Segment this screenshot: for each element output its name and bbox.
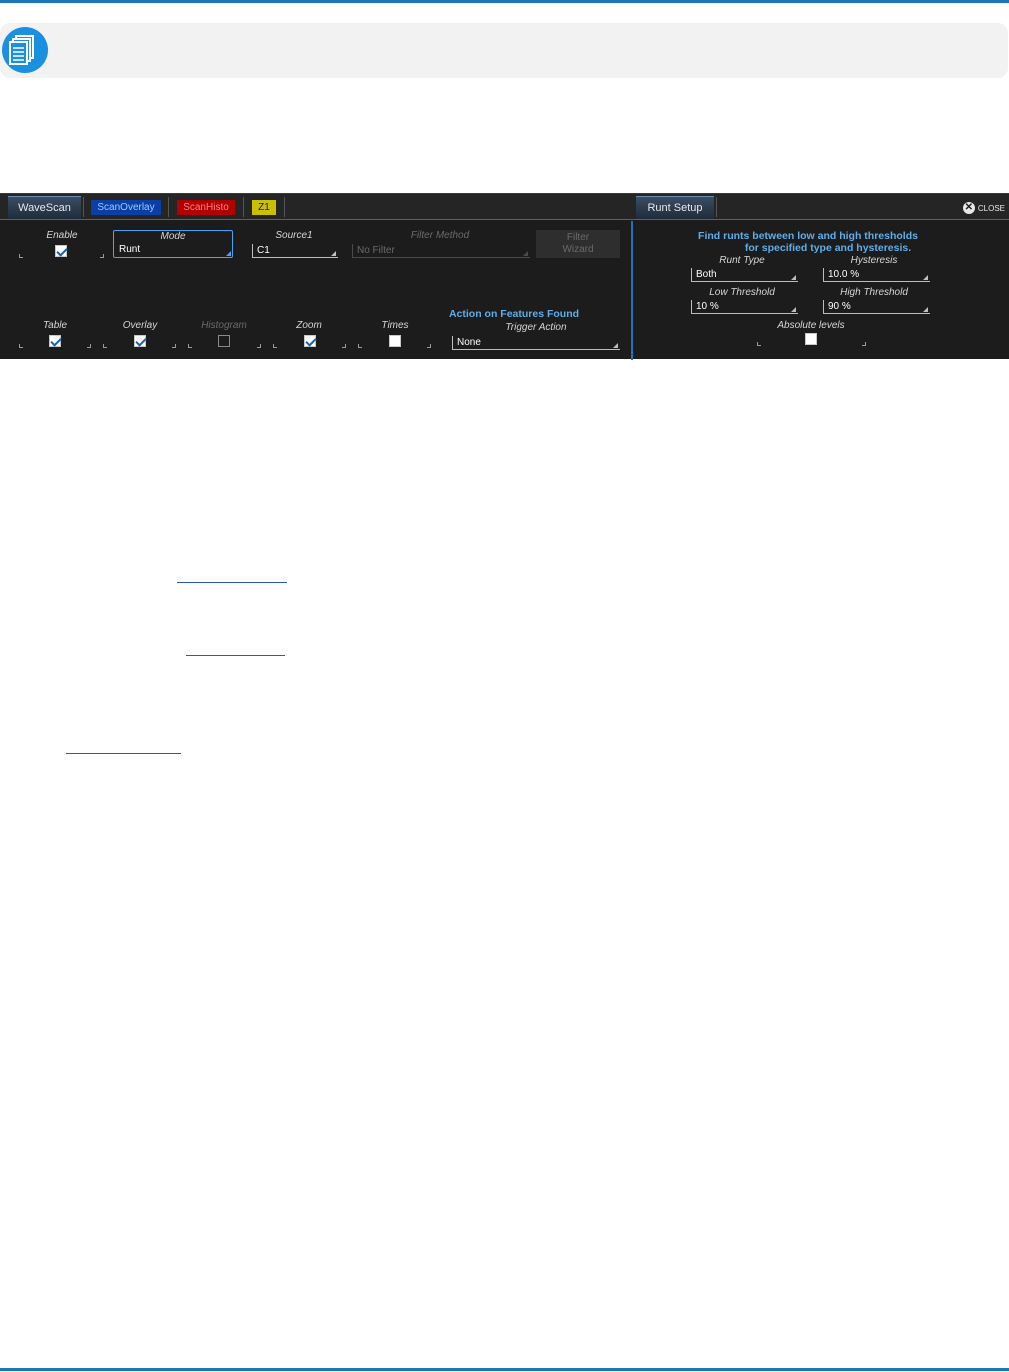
link-underline[interactable] — [66, 753, 181, 754]
link-underline[interactable] — [186, 655, 285, 656]
link-underline[interactable] — [177, 582, 287, 583]
runt-type-label: Runt Type — [719, 255, 765, 266]
tab-bar: WaveScan ScanOverlay ScanHisto Z1 Runt S… — [0, 194, 1009, 220]
tab-z1-label: Z1 — [252, 200, 276, 215]
tab-wavescan[interactable]: WaveScan — [8, 196, 81, 219]
tab-runt-setup[interactable]: Runt Setup — [636, 196, 714, 219]
corner-mark — [427, 344, 431, 348]
top-rule — [0, 0, 1009, 3]
hysteresis-value: 10.0 % — [828, 269, 860, 280]
panel-divider — [631, 221, 633, 360]
note-box — [0, 23, 1008, 78]
enable-checkbox[interactable] — [55, 245, 67, 257]
dropdown-icon — [923, 275, 928, 280]
source1-value: C1 — [257, 245, 270, 256]
close-icon: ✕ — [962, 202, 975, 214]
filter-method-label: Filter Method — [410, 230, 470, 241]
trigger-action-value: None — [457, 337, 481, 348]
dropdown-icon — [523, 251, 528, 256]
tab-scanoverlay[interactable]: ScanOverlay — [87, 196, 165, 219]
table-label: Table — [42, 320, 68, 331]
trigger-action-label: Trigger Action — [505, 322, 567, 333]
hysteresis-input[interactable]: 10.0 % — [823, 268, 930, 282]
wavescan-dialog: WaveScan ScanOverlay ScanHisto Z1 Runt S… — [0, 193, 1009, 360]
runt-description-1: Find runts between low and high threshol… — [698, 230, 918, 242]
corner-mark — [87, 344, 91, 348]
tab-scanoverlay-label: ScanOverlay — [91, 200, 161, 215]
runt-description-2: for specified type and hysteresis. — [744, 242, 912, 254]
mode-label: Mode — [160, 231, 186, 242]
tab-runt-setup-label: Runt Setup — [647, 202, 703, 214]
filter-wizard-label-2: Wizard — [562, 244, 594, 255]
high-threshold-value: 90 % — [828, 301, 851, 312]
corner-mark — [358, 344, 362, 348]
dropdown-icon — [613, 343, 618, 348]
corner-mark — [103, 344, 107, 348]
dropdown-icon — [226, 251, 231, 256]
filter-wizard-label-1: Filter — [566, 232, 590, 243]
corner-mark — [342, 344, 346, 348]
corner-mark — [862, 342, 866, 346]
corner-mark — [19, 254, 23, 258]
dropdown-icon — [791, 307, 796, 312]
corner-mark — [100, 254, 104, 258]
high-threshold-label: High Threshold — [840, 287, 908, 298]
absolute-levels-label: Absolute levels — [777, 320, 845, 331]
low-threshold-label: Low Threshold — [709, 287, 775, 298]
absolute-levels-checkbox[interactable] — [805, 333, 817, 345]
corner-mark — [273, 344, 277, 348]
tab-scanhisto-label: ScanHisto — [177, 200, 235, 215]
overlay-checkbox[interactable] — [134, 335, 146, 347]
zoom-checkbox[interactable] — [304, 335, 316, 347]
mode-value: Runt — [119, 244, 141, 255]
low-threshold-value: 10 % — [696, 301, 719, 312]
hysteresis-label: Hysteresis — [850, 255, 898, 266]
histogram-checkbox[interactable] — [218, 335, 230, 347]
runt-type-value: Both — [696, 269, 717, 280]
corner-mark — [257, 344, 261, 348]
source1-label: Source1 — [275, 230, 313, 241]
zoom-label: Zoom — [296, 320, 322, 331]
times-checkbox[interactable] — [389, 335, 401, 347]
filter-wizard-button[interactable]: Filter Wizard — [536, 230, 620, 258]
mode-select[interactable]: Mode Runt — [113, 230, 233, 258]
bottom-rule — [0, 1368, 1009, 1371]
filter-method-select[interactable]: No Filter — [352, 244, 530, 258]
dropdown-icon — [923, 307, 928, 312]
corner-mark — [757, 342, 761, 346]
document-icon — [2, 27, 48, 73]
runt-type-select[interactable]: Both — [691, 268, 798, 282]
dropdown-icon — [331, 251, 336, 256]
times-label: Times — [381, 320, 409, 331]
close-label: CLOSE — [977, 203, 1005, 213]
high-threshold-input[interactable]: 90 % — [823, 300, 930, 314]
histogram-label: Histogram — [201, 320, 247, 331]
corner-mark — [19, 344, 23, 348]
tab-scanhisto[interactable]: ScanHisto — [172, 196, 240, 219]
enable-label: Enable — [46, 230, 78, 241]
tab-z1[interactable]: Z1 — [247, 196, 281, 219]
trigger-action-select[interactable]: None — [452, 336, 620, 350]
corner-mark — [172, 344, 176, 348]
overlay-label: Overlay — [122, 320, 158, 331]
tab-wavescan-label: WaveScan — [18, 202, 71, 214]
dropdown-icon — [791, 275, 796, 280]
action-title: Action on Features Found — [448, 308, 580, 320]
table-checkbox[interactable] — [49, 335, 61, 347]
source1-select[interactable]: C1 — [252, 244, 338, 258]
filter-method-value: No Filter — [357, 245, 395, 256]
low-threshold-input[interactable]: 10 % — [691, 300, 798, 314]
corner-mark — [188, 344, 192, 348]
close-button[interactable]: ✕ CLOSE — [962, 201, 1005, 215]
